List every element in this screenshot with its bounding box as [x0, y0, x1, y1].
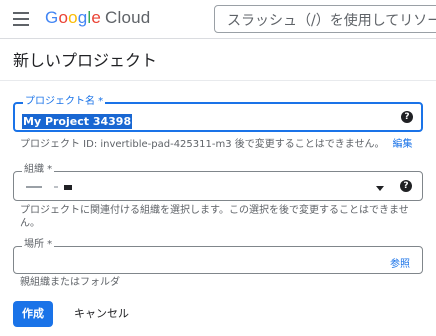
logo-wordmark: Google — [45, 8, 102, 27]
organization-select[interactable]: 組織 * ? — [13, 163, 423, 201]
organization-hint: プロジェクトに関連付ける組織を選択します。この選択を後で変更することはできませ … — [20, 204, 420, 230]
organization-value — [26, 182, 72, 193]
organization-hint-line2: ん。 — [20, 218, 40, 229]
cancel-button[interactable]: キャンセル — [70, 301, 133, 327]
project-id-text: プロジェクト ID: invertible-pad-425311-m3 後で変更… — [20, 139, 385, 150]
search-input[interactable]: スラッシュ（/）を使用してリソース、 — [214, 5, 436, 33]
project-name-field[interactable]: プロジェクト名 * My Project 34398 ? — [13, 95, 423, 132]
top-bar: GoogleCloud スラッシュ（/）を使用してリソース、 — [0, 0, 436, 38]
title-divider — [0, 80, 436, 81]
location-label: 場所 * — [22, 238, 55, 252]
browse-button[interactable]: 参照 — [390, 255, 410, 270]
create-button[interactable]: 作成 — [13, 301, 53, 327]
project-id-hint: プロジェクト ID: invertible-pad-425311-m3 後で変更… — [20, 138, 412, 151]
hamburger-menu-icon[interactable] — [13, 12, 29, 26]
page-title: 新しいプロジェクト — [13, 51, 158, 70]
project-name-value[interactable]: My Project 34398 — [22, 114, 133, 129]
organization-hint-line1: プロジェクトに関連付ける組織を選択します。この選択を後で変更することはできませ — [20, 205, 409, 216]
logo-suffix: Cloud — [105, 8, 151, 27]
location-field[interactable]: 場所 * 参照 — [13, 238, 423, 274]
chevron-down-icon[interactable] — [376, 186, 384, 191]
header-divider — [0, 38, 436, 39]
project-name-label: プロジェクト名 * — [23, 95, 106, 109]
help-icon[interactable]: ? — [401, 111, 413, 123]
location-hint: 親組織またはフォルダ — [20, 277, 120, 288]
organization-label: 組織 * — [22, 163, 55, 177]
edit-project-id-link[interactable]: 編集 — [392, 139, 412, 150]
help-icon[interactable]: ? — [400, 180, 412, 192]
google-cloud-logo[interactable]: Google Cloud — [45, 8, 150, 28]
